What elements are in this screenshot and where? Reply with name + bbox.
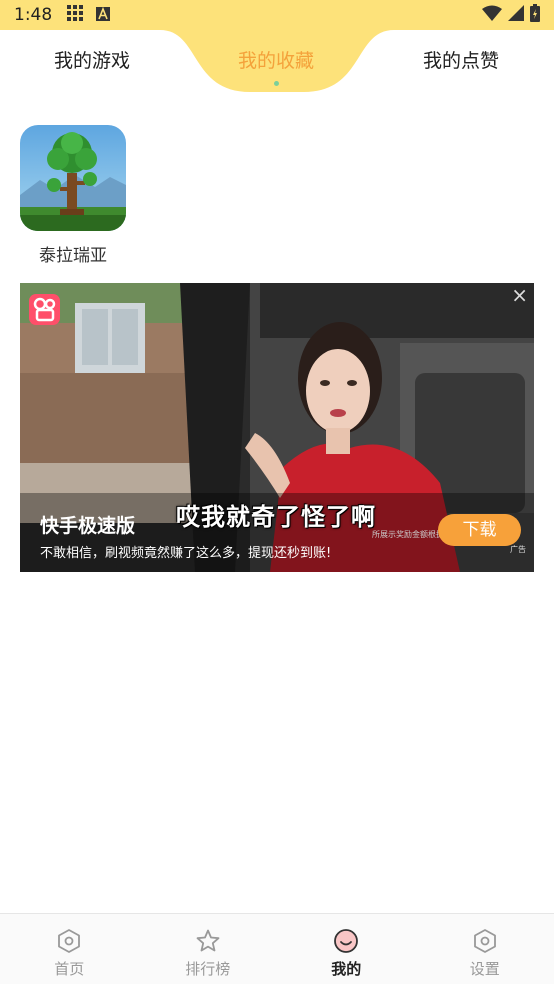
a-icon: [96, 6, 111, 25]
nav-ranking[interactable]: 排行榜: [139, 914, 278, 984]
terraria-tree-icon: [20, 125, 126, 231]
tab-bar: 我的游戏 我的收藏 我的点赞: [0, 30, 554, 96]
nav-settings-label: 设置: [469, 960, 500, 978]
tab-my-likes[interactable]: 我的点赞: [423, 46, 499, 73]
nav-home[interactable]: 首页: [0, 914, 139, 984]
nav-settings[interactable]: 设置: [416, 914, 554, 984]
status-right-icons: [482, 4, 540, 26]
status-bar: 1:48: [0, 0, 554, 30]
bottom-navigation: 首页 排行榜 我的 设置: [0, 913, 554, 984]
smile-icon: [334, 929, 359, 953]
nav-mine-label: 我的: [331, 960, 362, 978]
ad-download-button[interactable]: 下载: [438, 514, 521, 546]
battery-icon: [530, 4, 540, 26]
tab-my-games[interactable]: 我的游戏: [54, 46, 130, 73]
active-tab-indicator: [274, 81, 279, 86]
nav-mine[interactable]: 我的: [277, 914, 416, 984]
ad-video-caption: 哎我就奇了怪了啊: [176, 503, 376, 531]
wifi-icon: [482, 5, 502, 25]
favorite-game-item[interactable]: 泰拉瑞亚: [20, 125, 126, 266]
star-icon: [196, 929, 220, 952]
kuaishou-logo-icon: [29, 294, 60, 325]
signal-icon: [508, 5, 524, 25]
tab-my-favorites[interactable]: 我的收藏: [238, 46, 314, 73]
game-name: 泰拉瑞亚: [39, 246, 107, 266]
ad-close-button[interactable]: ×: [511, 285, 528, 305]
settings-icon: [473, 929, 496, 953]
nav-home-label: 首页: [54, 960, 85, 978]
grid-icon: [66, 4, 84, 26]
ad-tag: 广告: [510, 545, 526, 554]
ad-description: 不敢相信，刷视频竟然赚了这么多，提现还秒到账!: [40, 546, 332, 561]
ad-banner[interactable]: × 哎我就奇了怪了啊 所展示奖励金额根据任务完成情况而定 快手极速版 不敢相信，…: [20, 283, 534, 572]
home-icon: [58, 929, 81, 953]
nav-ranking-label: 排行榜: [185, 960, 231, 978]
status-time: 1:48: [14, 5, 53, 25]
ad-title: 快手极速版: [40, 515, 136, 537]
